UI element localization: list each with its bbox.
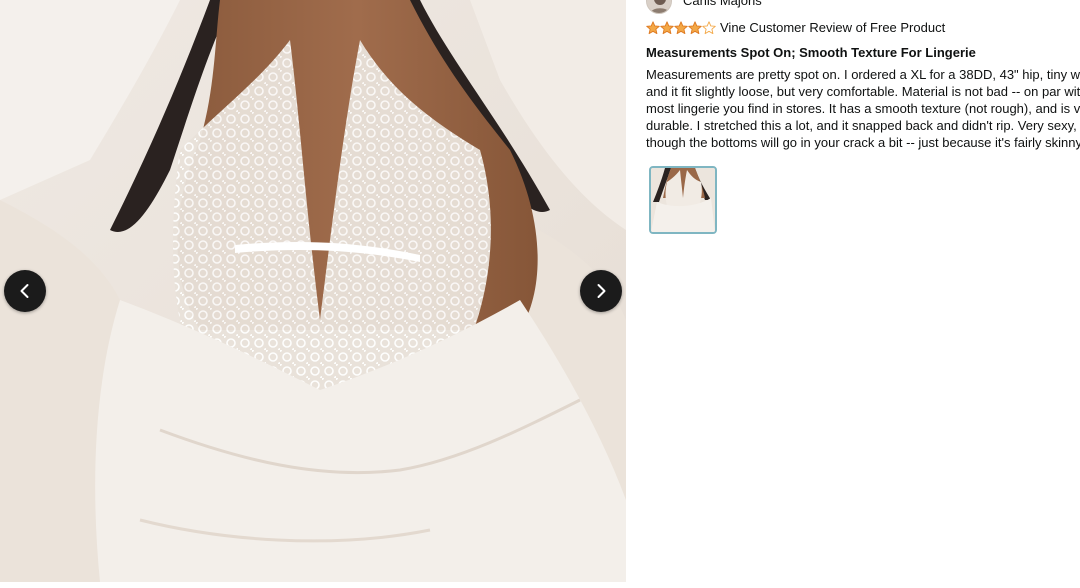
chevron-left-icon <box>20 284 29 298</box>
star-filled-icon <box>688 21 702 35</box>
rating-row: Vine Customer Review of Free Product <box>646 19 945 37</box>
next-image-button[interactable] <box>580 270 622 312</box>
previous-image-button[interactable] <box>4 270 46 312</box>
star-filled-icon <box>674 21 688 35</box>
review-photo <box>0 0 626 582</box>
star-empty-icon <box>702 21 716 35</box>
review-body-line: though the bottoms will go in your crack… <box>646 135 1080 150</box>
review-body-line: and it fit slightly loose, but very comf… <box>646 84 1080 99</box>
star-rating[interactable] <box>646 21 716 35</box>
review-title: Measurements Spot On; Smooth Texture For… <box>646 45 976 60</box>
review-body-line: Measurements are pretty spot on. I order… <box>646 67 1080 82</box>
review-body-line: durable. I stretched this a lot, and it … <box>646 118 1077 133</box>
reviewer-profile[interactable]: Canis Majoris <box>646 0 762 14</box>
chevron-right-icon <box>597 284 606 298</box>
review-panel: Canis Majoris Vine Customer Review of Fr… <box>646 0 1080 588</box>
star-filled-icon <box>646 21 660 35</box>
review-body-line: most lingerie you find in stores. It has… <box>646 101 1080 116</box>
user-avatar-icon[interactable] <box>646 0 672 14</box>
star-filled-icon <box>660 21 674 35</box>
reviewer-name[interactable]: Canis Majoris <box>683 0 762 9</box>
review-photo-image <box>0 0 626 582</box>
review-image-thumbnail[interactable] <box>649 166 717 234</box>
review-body: Measurements are pretty spot on. I order… <box>646 66 1080 151</box>
vine-review-label: Vine Customer Review of Free Product <box>720 20 946 35</box>
